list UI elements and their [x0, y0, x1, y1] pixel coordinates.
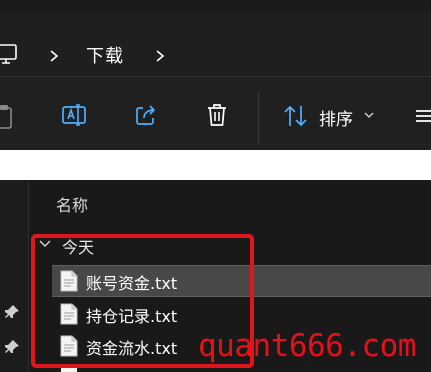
view-menu-icon[interactable]	[414, 108, 431, 124]
trash-icon	[208, 104, 226, 126]
pin-icon[interactable]	[4, 339, 20, 355]
share-icon	[136, 105, 156, 125]
breadcrumb-downloads[interactable]: 下载	[86, 42, 124, 68]
column-header-name[interactable]: 名称	[56, 192, 88, 216]
command-bar: 排序	[0, 88, 431, 144]
sort-arrows-icon	[284, 105, 307, 127]
paste-icon[interactable]	[0, 104, 14, 130]
address-bar[interactable]: 下载	[0, 12, 431, 77]
rename-icon	[62, 104, 86, 126]
toolbar-separator	[258, 92, 259, 144]
window-gap-bar	[0, 150, 431, 180]
sort-label: 排序	[319, 110, 353, 130]
chevron-right-icon[interactable]	[47, 49, 61, 63]
pin-icon[interactable]	[4, 304, 20, 320]
rename-button[interactable]	[57, 98, 91, 132]
sort-button[interactable]: 排序	[275, 94, 385, 138]
share-button[interactable]	[129, 98, 163, 132]
chevron-right-icon[interactable]	[153, 49, 167, 63]
this-pc-icon[interactable]	[0, 42, 18, 66]
watermark-text: quant666.com	[198, 328, 416, 364]
navigation-pane	[0, 180, 29, 372]
delete-button[interactable]	[200, 98, 234, 132]
chevron-down-icon	[364, 112, 374, 118]
title-strip	[0, 0, 431, 12]
